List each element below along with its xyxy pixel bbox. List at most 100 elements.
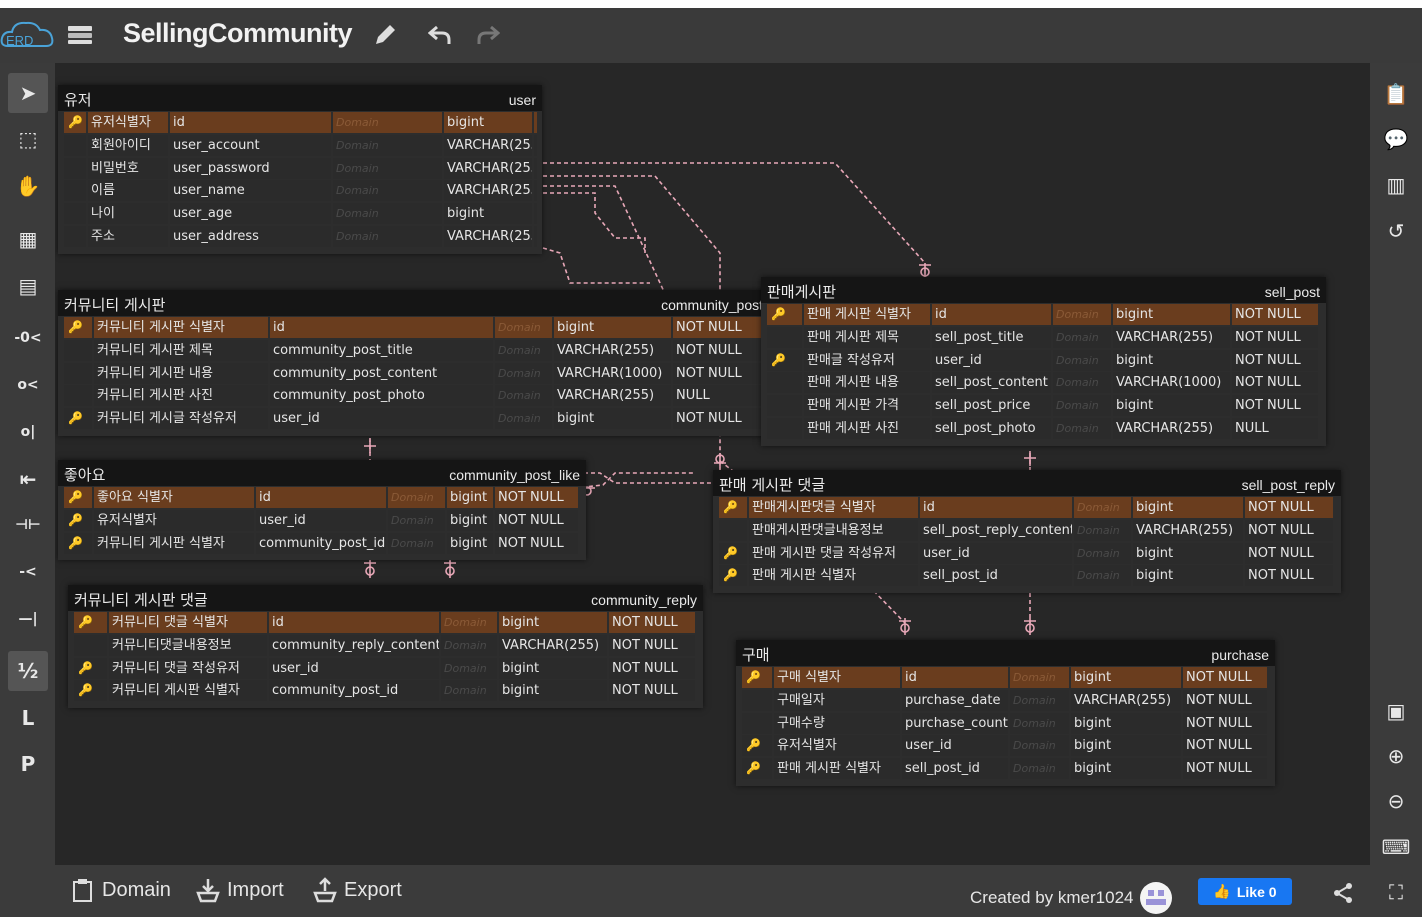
column-not-null[interactable]: NOT NULL bbox=[1232, 349, 1318, 371]
column-physical-name[interactable]: id bbox=[256, 487, 386, 508]
table-header[interactable]: 판매게시판 sell_post bbox=[761, 277, 1326, 303]
column-logical-name[interactable]: 커뮤니티 게시판 식별자 bbox=[94, 532, 254, 554]
table-logical-name[interactable]: 좋아요 bbox=[64, 464, 105, 485]
table-row[interactable]: 회원아이디user_accountDomainVARCHAR(255)NOT N… bbox=[64, 134, 537, 157]
column-logical-name[interactable]: 판매 게시판 내용 bbox=[804, 372, 930, 394]
column-logical-name[interactable]: 이름 bbox=[88, 180, 168, 202]
column-data-type[interactable]: VARCHAR(255) bbox=[499, 634, 607, 656]
column-not-null[interactable]: NULL bbox=[1232, 417, 1318, 439]
table-logical-name[interactable]: 유저 bbox=[64, 89, 92, 110]
table-row[interactable]: 🔑 판매게시판댓글 식별자 id Domain bigint NOT NULL bbox=[719, 496, 1335, 519]
table-logical-name[interactable]: 판매 게시판 댓글 bbox=[719, 474, 825, 495]
history-icon[interactable]: ↺ bbox=[1376, 213, 1416, 249]
column-not-null[interactable]: NOT NULL bbox=[495, 532, 578, 554]
column-logical-name[interactable]: 커뮤니티 게시판 사진 bbox=[94, 385, 268, 407]
column-logical-name[interactable]: 판매 게시판 식별자 bbox=[749, 565, 918, 587]
identification-tool[interactable]: ½ bbox=[8, 651, 48, 691]
one-tool[interactable]: —| bbox=[8, 599, 48, 639]
column-not-null[interactable]: NOT NULL bbox=[1245, 519, 1333, 541]
column-domain[interactable]: Domain bbox=[1074, 519, 1131, 541]
table-row[interactable]: 🔑유저식별자idDomainbigintNOT NULL bbox=[64, 111, 537, 134]
table-physical-name[interactable]: purchase bbox=[1211, 647, 1269, 663]
column-logical-name[interactable]: 유저식별자 bbox=[88, 112, 168, 133]
table-row[interactable]: 🔑 판매 게시판 식별자 id Domain bigint NOT NULL bbox=[767, 303, 1320, 326]
column-data-type[interactable]: bigint bbox=[1133, 542, 1243, 564]
column-data-type[interactable]: bigint bbox=[554, 317, 671, 338]
column-not-null[interactable]: NOT NULL bbox=[534, 180, 537, 202]
column-logical-name[interactable]: 유저식별자 bbox=[774, 735, 900, 757]
export-button[interactable]: Export bbox=[312, 877, 402, 903]
table-row[interactable]: 커뮤니티 게시판 내용 community_post_content Domain V… bbox=[64, 362, 763, 385]
column-physical-name[interactable]: id bbox=[920, 497, 1072, 518]
column-not-null[interactable]: NOT NULL bbox=[534, 225, 537, 247]
column-data-type[interactable]: bigint bbox=[1071, 735, 1181, 757]
avatar[interactable] bbox=[1139, 881, 1173, 915]
column-physical-name[interactable]: user_address bbox=[170, 225, 331, 247]
book-icon[interactable] bbox=[66, 22, 96, 50]
column-domain[interactable]: Domain bbox=[333, 112, 442, 133]
column-logical-name[interactable]: 커뮤니티 게시판 식별자 bbox=[109, 680, 267, 702]
table-tool[interactable]: ▦ bbox=[8, 219, 48, 259]
column-domain[interactable]: Domain bbox=[441, 680, 497, 702]
table-logical-name[interactable]: 커뮤니티 게시판 댓글 bbox=[74, 589, 208, 610]
column-not-null[interactable]: NOT NULL bbox=[1183, 712, 1267, 734]
table-physical-name[interactable]: sell_post bbox=[1265, 284, 1320, 300]
table-header[interactable]: 구매 purchase bbox=[736, 640, 1275, 666]
column-logical-name[interactable]: 판매 게시판 식별자 bbox=[804, 304, 930, 325]
column-logical-name[interactable]: 판매 게시판 가격 bbox=[804, 395, 930, 417]
domain-button[interactable]: Domain bbox=[70, 877, 171, 903]
column-data-type[interactable]: VARCHAR(1000) bbox=[1113, 372, 1230, 394]
column-logical-name[interactable]: 커뮤니티 게시글 작성유저 bbox=[94, 408, 268, 430]
column-physical-name[interactable]: sell_post_price bbox=[932, 395, 1051, 417]
column-not-null[interactable]: NOT NULL bbox=[534, 157, 537, 179]
column-data-type[interactable]: VARCHAR(255) bbox=[444, 225, 532, 247]
column-not-null[interactable]: NOT NULL bbox=[609, 657, 695, 679]
column-logical-name[interactable]: 판매 게시판 식별자 bbox=[774, 758, 900, 780]
column-not-null[interactable]: NOT NULL bbox=[1183, 689, 1267, 711]
column-physical-name[interactable]: user_account bbox=[170, 134, 331, 156]
column-domain[interactable]: Domain bbox=[441, 634, 497, 656]
column-physical-name[interactable]: id bbox=[932, 304, 1051, 325]
l-tool[interactable]: L bbox=[8, 698, 48, 738]
column-logical-name[interactable]: 커뮤니티 게시판 식별자 bbox=[94, 317, 268, 338]
column-logical-name[interactable]: 판매 게시판 제목 bbox=[804, 326, 930, 348]
storage-icon[interactable]: ▥ bbox=[1376, 167, 1416, 203]
column-logical-name[interactable]: 커뮤니티 댓글 작성유저 bbox=[109, 657, 267, 679]
column-data-type[interactable]: bigint bbox=[1071, 712, 1181, 734]
table-header[interactable]: 유저 user bbox=[58, 85, 542, 111]
share-icon[interactable] bbox=[1331, 881, 1355, 909]
column-not-null[interactable]: NOT NULL bbox=[534, 203, 537, 225]
table-row[interactable]: 구매수량 purchase_count Domain bigint NOT NULL bbox=[742, 712, 1269, 735]
column-domain[interactable]: Domain bbox=[1074, 542, 1131, 564]
table-row[interactable]: 🔑 커뮤니티 게시글 작성유저 user_id Domain bigint NOT NUL… bbox=[64, 407, 763, 430]
table-community-reply[interactable]: 커뮤니티 게시판 댓글 community_reply 🔑 커뮤니티 댓글 식별자 id… bbox=[68, 585, 703, 709]
column-logical-name[interactable]: 구매수량 bbox=[774, 712, 900, 734]
table-community-post[interactable]: 커뮤니티 게시판 community_post 🔑 커뮤니티 게시판 식별자 id Dom… bbox=[58, 290, 769, 436]
column-physical-name[interactable]: sell_post_photo bbox=[932, 417, 1051, 439]
column-not-null[interactable]: NOT NULL bbox=[534, 134, 537, 156]
column-domain[interactable]: Domain bbox=[441, 612, 497, 633]
column-not-null[interactable]: NOT NULL bbox=[609, 634, 695, 656]
column-not-null[interactable]: NOT NULL bbox=[673, 362, 761, 384]
column-domain[interactable]: Domain bbox=[1010, 735, 1069, 757]
table-row[interactable]: 판매 게시판 가격 sell_post_price Domain bigint NOT … bbox=[767, 394, 1320, 417]
column-domain[interactable]: Domain bbox=[1053, 326, 1111, 348]
column-physical-name[interactable]: user_id bbox=[269, 657, 439, 679]
table-row[interactable]: 🔑 좋아요 식별자 id Domain bigint NOT NULL bbox=[64, 486, 580, 509]
table-physical-name[interactable]: community_reply bbox=[591, 592, 697, 608]
column-not-null[interactable]: NOT NULL bbox=[1245, 542, 1333, 564]
column-physical-name[interactable]: user_id bbox=[902, 735, 1008, 757]
column-logical-name[interactable]: 비밀번호 bbox=[88, 157, 168, 179]
column-data-type[interactable]: bigint bbox=[1133, 565, 1243, 587]
table-purchase[interactable]: 구매 purchase 🔑 구매 식별자 id Domain bigint NOT NULL 구… bbox=[736, 640, 1275, 786]
like-button[interactable]: 👍 Like 0 bbox=[1198, 878, 1292, 905]
table-row[interactable]: 🔑 구매 식별자 id Domain bigint NOT NULL bbox=[742, 666, 1269, 689]
column-logical-name[interactable]: 회원아이디 bbox=[88, 134, 168, 156]
table-row[interactable]: 비밀번호user_passwordDomainVARCHAR(255)NOT N… bbox=[64, 157, 537, 180]
table-physical-name[interactable]: community_post bbox=[661, 297, 763, 313]
column-domain[interactable]: Domain bbox=[1053, 304, 1111, 325]
column-data-type[interactable]: bigint bbox=[444, 112, 532, 133]
table-row[interactable]: 커뮤니티 게시판 사진 community_post_photo Domain VAR… bbox=[64, 384, 763, 407]
column-domain[interactable]: Domain bbox=[333, 134, 442, 156]
column-data-type[interactable]: VARCHAR(255) bbox=[554, 385, 671, 407]
